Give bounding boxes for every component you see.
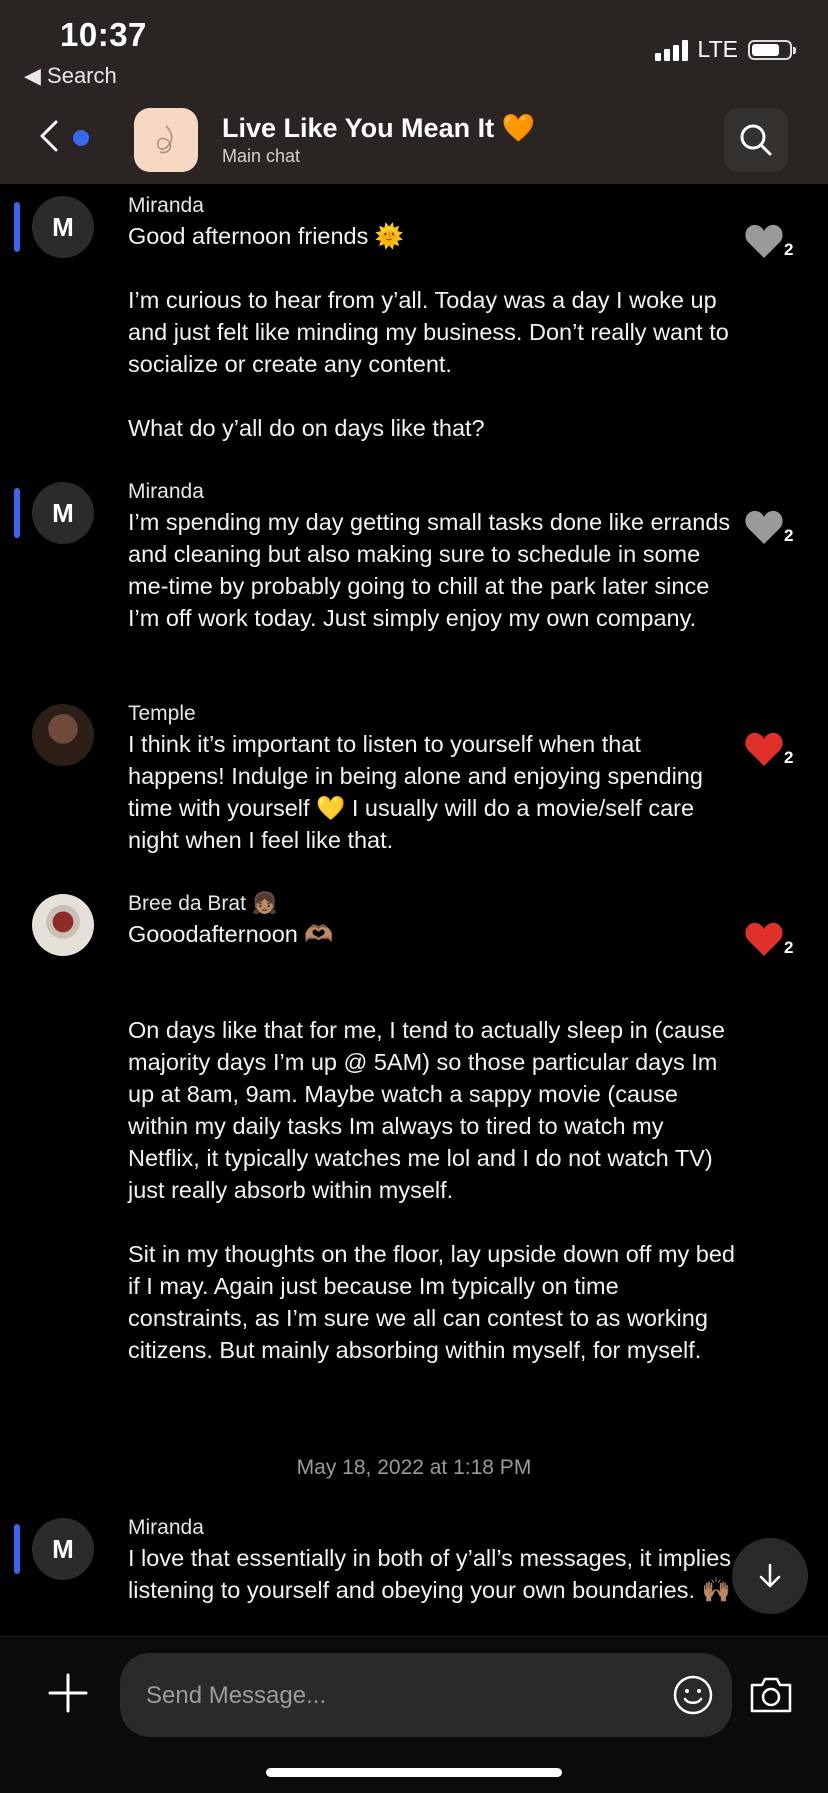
message-text: I think it’s important to listen to your… (128, 731, 710, 853)
camera-icon (750, 1677, 792, 1713)
heart-icon (745, 224, 783, 258)
like-count: 2 (784, 240, 794, 259)
message-input-box[interactable] (120, 1653, 732, 1739)
plus-icon (48, 1673, 88, 1713)
status-indicators: LTE (654, 36, 796, 63)
message-text: I love that essentially in both of y’all… (128, 1545, 738, 1603)
like-button[interactable]: 2 (744, 222, 804, 266)
search-button[interactable] (724, 108, 788, 172)
heart-icon (745, 922, 783, 956)
message-text: Gooodafternoon 🫶🏽 On days like that for … (128, 921, 736, 1363)
avatar[interactable]: M (32, 482, 94, 544)
chat-subtitle: Main chat (222, 146, 301, 166)
unread-indicator (73, 130, 89, 146)
sender-name[interactable]: Miranda (128, 480, 204, 504)
avatar[interactable] (32, 704, 94, 766)
sender-name[interactable]: Temple (128, 702, 196, 726)
heart-icon (745, 732, 783, 766)
search-icon (740, 124, 772, 156)
like-count: 2 (784, 526, 794, 545)
back-button[interactable] (32, 118, 68, 154)
sender-name[interactable]: Bree da Brat 👧🏽 (128, 892, 278, 916)
like-button[interactable]: 2 (744, 920, 804, 964)
back-to-search-link[interactable]: ◀ Search (24, 63, 117, 89)
timestamp-divider: May 18, 2022 at 1:18 PM (296, 1456, 532, 1479)
message-text: Good afternoon friends 🌞 I’m curious to … (128, 223, 729, 441)
avatar[interactable]: M (32, 1518, 94, 1580)
arrow-down-icon (759, 1563, 781, 1588)
camera-button[interactable] (748, 1673, 794, 1715)
network-label: LTE (697, 36, 738, 62)
avatar[interactable] (32, 894, 94, 956)
add-attachment-button[interactable] (48, 1673, 88, 1713)
sender-name[interactable]: Miranda (128, 194, 204, 218)
home-indicator (266, 1768, 562, 1777)
chat-title: Live Like You Mean It 🧡 (222, 113, 536, 143)
sender-name[interactable]: Miranda (128, 1516, 204, 1540)
unread-bar (14, 1524, 20, 1574)
chat-header: 10:37 ◀ Search LTE Live Like You Mean It… (0, 0, 828, 184)
status-time: 10:37 (60, 16, 147, 53)
unread-bar (14, 488, 20, 538)
like-count: 2 (784, 938, 794, 957)
smiley-icon (673, 1675, 713, 1715)
emoji-button[interactable] (672, 1674, 714, 1716)
avatar[interactable]: M (32, 196, 94, 258)
scroll-to-bottom-button[interactable] (732, 1538, 808, 1614)
group-avatar[interactable] (134, 108, 198, 172)
battery-icon (748, 39, 796, 60)
signal-icon (654, 39, 688, 61)
message-input[interactable] (144, 1653, 668, 1739)
like-button[interactable]: 2 (744, 730, 804, 774)
unread-bar (14, 202, 20, 252)
like-button[interactable]: 2 (744, 508, 804, 552)
heart-icon (745, 510, 783, 544)
like-count: 2 (784, 748, 794, 767)
message-text: I’m spending my day getting small tasks … (128, 509, 737, 631)
